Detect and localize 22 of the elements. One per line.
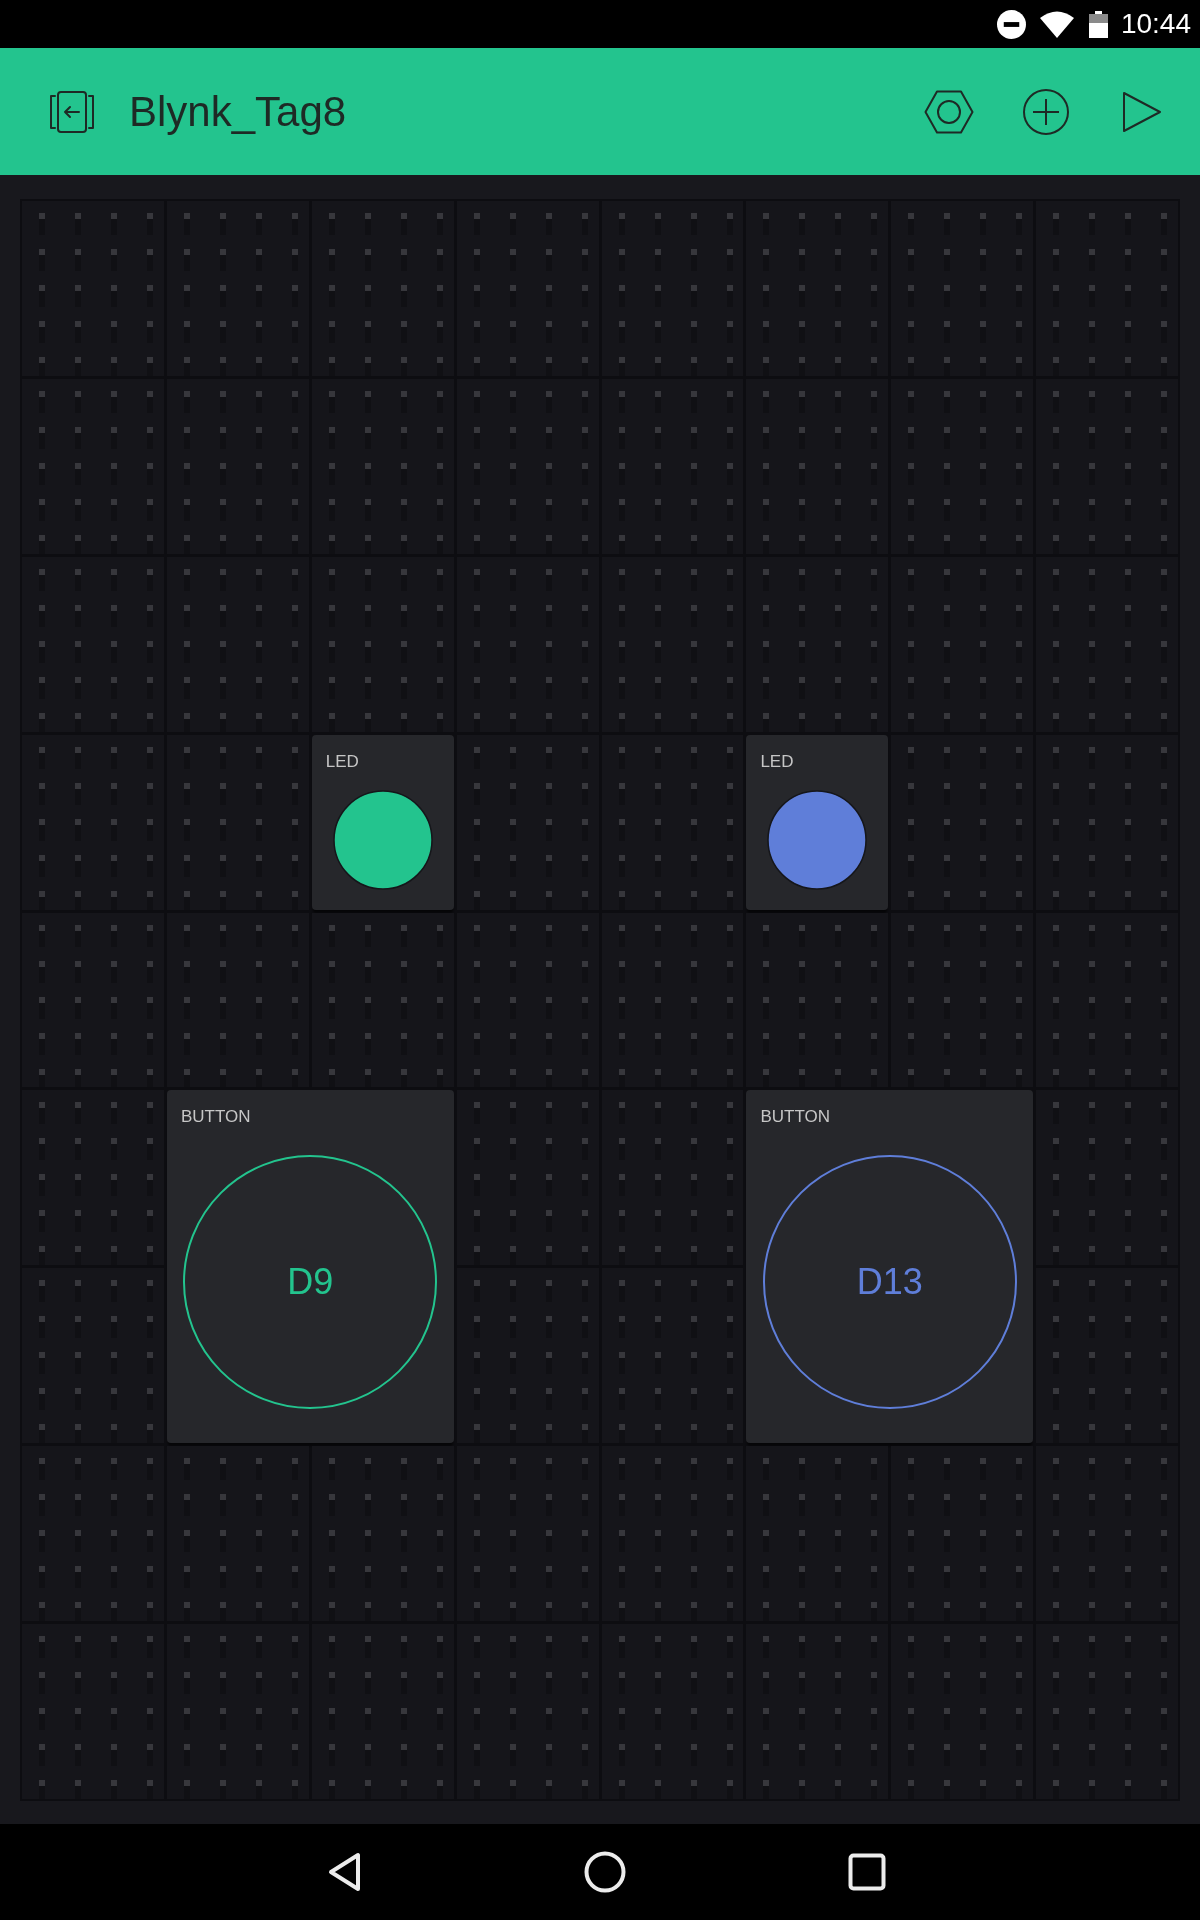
push-button[interactable]: D13 [762,1154,1017,1409]
status-time: 10:44 [1120,7,1191,41]
do-not-disturb-icon [996,9,1026,39]
led-widget[interactable]: LED [746,734,889,910]
push-button[interactable]: D9 [183,1154,438,1409]
home-icon[interactable] [584,1851,626,1893]
widget-label: BUTTON [180,1106,251,1129]
widget-label: LED [760,750,794,773]
exit-icon[interactable] [48,90,96,133]
battery-icon [1088,10,1108,38]
button-widget[interactable]: BUTTON D9 [166,1090,454,1444]
wifi-icon [1039,10,1074,38]
hex-nut-icon[interactable] [924,89,974,134]
widget-label: BUTTON [760,1106,830,1129]
led-widget[interactable]: LED [311,734,454,910]
button-widget[interactable]: BUTTON D13 [746,1090,1034,1444]
project-title: Blynk_Tag8 [129,86,347,137]
widget-label: LED [325,750,359,773]
back-icon[interactable] [328,1852,362,1892]
recents-icon[interactable] [848,1853,886,1891]
play-icon[interactable] [1122,90,1162,133]
add-icon[interactable] [1023,88,1069,135]
